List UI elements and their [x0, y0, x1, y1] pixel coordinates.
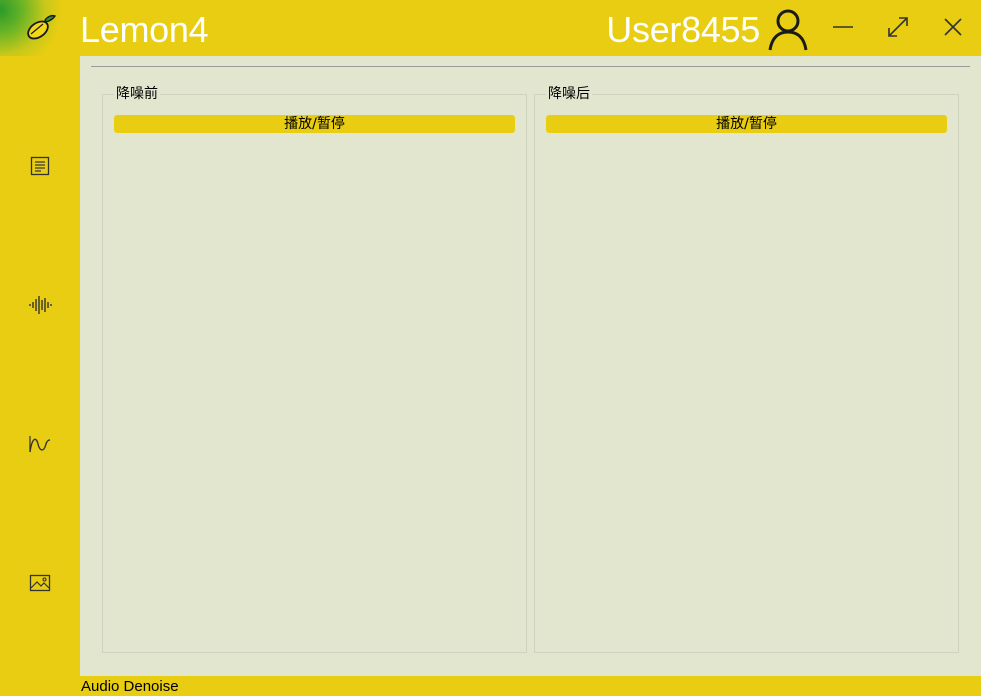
title-bar: Lemon4 User8455 [0, 0, 981, 56]
panel-title: 降噪后 [546, 85, 592, 103]
minimize-icon[interactable] [828, 12, 858, 42]
document-icon [30, 156, 50, 176]
username[interactable]: User8455 [606, 8, 760, 52]
divider [91, 66, 970, 67]
sidebar-item-image[interactable] [20, 563, 60, 603]
panel-after-denoise: 降噪后 播放/暂停 [534, 85, 959, 653]
image-icon [29, 574, 51, 592]
waveform-icon [29, 296, 52, 314]
sidebar-item-document[interactable] [20, 146, 60, 186]
main-content: 降噪前 播放/暂停 降噪后 播放/暂停 [80, 56, 981, 676]
sidebar-item-signal-curve[interactable] [20, 424, 60, 464]
app-title: Lemon4 [80, 9, 209, 50]
status-bar: Audio Denoise [80, 676, 981, 696]
close-icon[interactable] [938, 12, 968, 42]
lemon-icon [27, 14, 57, 40]
sidebar [0, 56, 80, 696]
play-pause-button[interactable]: 播放/暂停 [114, 115, 515, 133]
play-pause-button[interactable]: 播放/暂停 [546, 115, 947, 133]
sidebar-item-waveform[interactable] [20, 285, 60, 325]
logo-area [0, 0, 80, 56]
user-icon[interactable] [765, 6, 811, 52]
status-text: Audio Denoise [81, 678, 179, 695]
panel-title: 降噪前 [114, 85, 160, 103]
signal-curve-icon [29, 436, 51, 453]
maximize-icon[interactable] [883, 12, 913, 42]
panel-before-denoise: 降噪前 播放/暂停 [102, 85, 527, 653]
